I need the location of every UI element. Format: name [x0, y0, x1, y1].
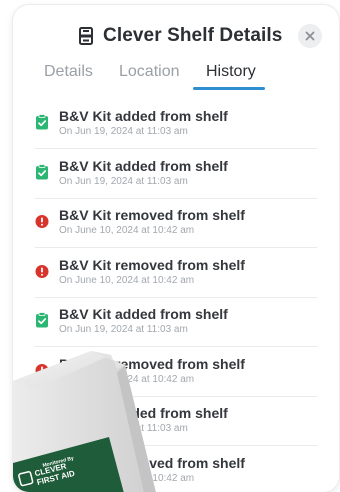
divider [35, 297, 317, 298]
clever-shelf-details-dialog: Clever Shelf Details Details Location Hi… [13, 5, 339, 492]
tab-details[interactable]: Details [44, 61, 93, 89]
divider [35, 247, 317, 248]
close-icon [305, 31, 315, 41]
history-item-timestamp: On June 10, 2024 at 10:42 am [59, 275, 195, 286]
clipboard-check-icon [35, 164, 49, 180]
history-item-timestamp: On Jun 19, 2024 at 11:03 am [59, 126, 188, 137]
history-item[interactable]: B&V Kit removed from shelf On June 10, 20… [35, 250, 317, 298]
history-item-timestamp: On Jun 19, 2024 at 11:03 am [59, 324, 188, 335]
divider [35, 198, 317, 199]
product-box-image: Monitored By CLEVER FIRST AID [13, 343, 163, 492]
history-item-title: B&V Kit removed from shelf [59, 257, 245, 273]
history-item-title: B&V Kit added from shelf [59, 108, 228, 124]
tab-history[interactable]: History [206, 61, 256, 89]
clipboard-check-icon [35, 114, 49, 130]
dialog-title: Clever Shelf Details [103, 25, 283, 46]
shelf-icon [79, 27, 93, 45]
tab-bar: Details Location History [13, 61, 339, 95]
close-button[interactable] [298, 24, 322, 48]
history-item[interactable]: B&V Kit removed from shelf On June 10, 20… [35, 200, 317, 248]
history-item-timestamp: On June 10, 2024 at 10:42 am [59, 225, 195, 236]
history-item-title: B&V Kit added from shelf [59, 158, 228, 174]
history-item-title: B&V Kit added from shelf [59, 306, 228, 322]
history-item-title: B&V Kit removed from shelf [59, 207, 245, 223]
alert-icon [35, 213, 49, 229]
history-item-timestamp: On Jun 19, 2024 at 11:03 am [59, 176, 188, 187]
clipboard-check-icon [35, 312, 49, 328]
alert-icon [35, 263, 49, 279]
active-tab-indicator [193, 87, 265, 90]
tab-location[interactable]: Location [119, 61, 180, 89]
title-group: Clever Shelf Details [79, 23, 282, 49]
history-item[interactable]: B&V Kit added from shelf On Jun 19, 2024 … [35, 299, 317, 347]
history-item[interactable]: B&V Kit added from shelf On Jun 19, 2024 … [35, 151, 317, 199]
dialog-header: Clever Shelf Details [13, 23, 339, 53]
history-item[interactable]: B&V Kit added from shelf On Jun 19, 2024 … [35, 101, 317, 149]
divider [35, 148, 317, 149]
